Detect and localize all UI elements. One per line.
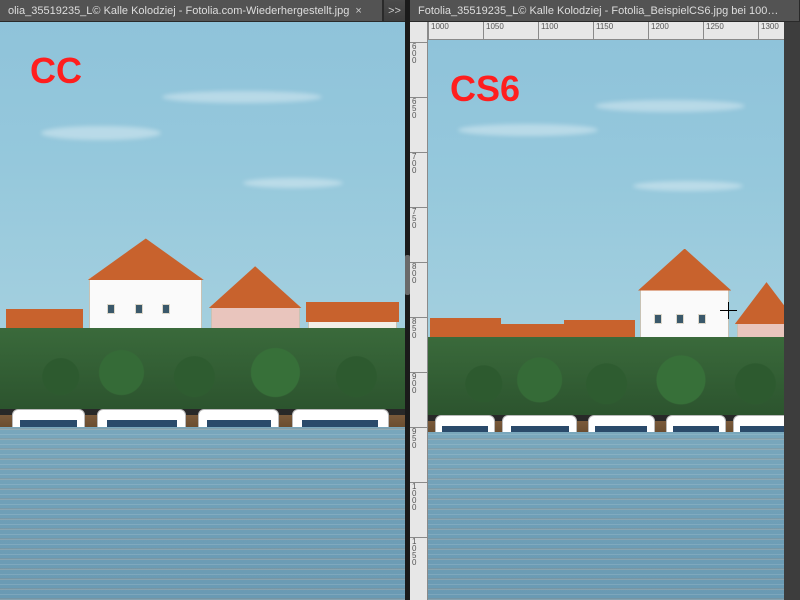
document-tab-right[interactable]: Fotolia_35519235_L© Kalle Kolodziej - Fo…	[410, 0, 800, 21]
panel-left: olia_35519235_L© Kalle Kolodziej - Fotol…	[0, 0, 405, 600]
panel-right: Fotolia_35519235_L© Kalle Kolodziej - Fo…	[410, 0, 800, 600]
ruler-tick: 1200	[648, 22, 669, 39]
ruler-tick: 6 5 0	[410, 97, 427, 119]
annotation-cc: CC	[30, 50, 82, 92]
ruler-tick: 1000	[428, 22, 449, 39]
document-canvas-left[interactable]: CC	[0, 22, 405, 600]
ruler-vertical[interactable]: 6 0 0 6 5 0 7 0 0 7 5 0 8 0 0 8 5 0 9 0 0 9 5 0…	[410, 22, 428, 600]
canvas-col-right: 1000 1050 1100 1150 1200 1250 1300	[428, 22, 800, 600]
ruler-horizontal[interactable]: 1000 1050 1100 1150 1200 1250 1300	[428, 22, 800, 40]
document-tab-left[interactable]: olia_35519235_L© Kalle Kolodziej - Fotol…	[0, 0, 383, 21]
ruler-tick: 1300	[758, 22, 779, 39]
document-tab-title: olia_35519235_L© Kalle Kolodziej - Fotol…	[8, 5, 349, 17]
ruler-tick: 6 0 0	[410, 42, 427, 64]
ruler-tick: 1100	[538, 22, 558, 39]
ruler-tick: 9 5 0	[410, 427, 427, 449]
tab-overflow-button[interactable]: >>	[383, 0, 405, 21]
ruler-tick: 1 0 0 0	[410, 482, 427, 511]
workzone-right: 6 0 0 6 5 0 7 0 0 7 5 0 8 0 0 8 5 0 9 0 0 9 5 0…	[410, 22, 800, 600]
ruler-tick: 1150	[593, 22, 613, 39]
ruler-tick: 1250	[703, 22, 724, 39]
scrollbar-vertical[interactable]	[784, 22, 800, 600]
ruler-tick: 7 0 0	[410, 152, 427, 174]
tabbar-left: olia_35519235_L© Kalle Kolodziej - Fotol…	[0, 0, 405, 22]
ruler-tick: 8 0 0	[410, 262, 427, 284]
close-icon[interactable]: ×	[355, 5, 361, 17]
ruler-tick: 8 5 0	[410, 317, 427, 339]
ruler-tick: 7 5 0	[410, 207, 427, 229]
image-right	[428, 40, 800, 600]
canvas-col-left: CC	[0, 22, 405, 600]
ruler-tick: 9 0 0	[410, 372, 427, 394]
document-tab-title: Fotolia_35519235_L© Kalle Kolodziej - Fo…	[418, 5, 778, 17]
image-left	[0, 22, 405, 600]
ruler-tick: 1 0 5 0	[410, 537, 427, 566]
tabbar-right: Fotolia_35519235_L© Kalle Kolodziej - Fo…	[410, 0, 800, 22]
document-canvas-right[interactable]: CS6	[428, 40, 800, 600]
annotation-cs6: CS6	[450, 68, 520, 110]
ruler-tick: 1050	[483, 22, 504, 39]
workzone-left: CC	[0, 22, 405, 600]
split-panels: olia_35519235_L© Kalle Kolodziej - Fotol…	[0, 0, 800, 600]
